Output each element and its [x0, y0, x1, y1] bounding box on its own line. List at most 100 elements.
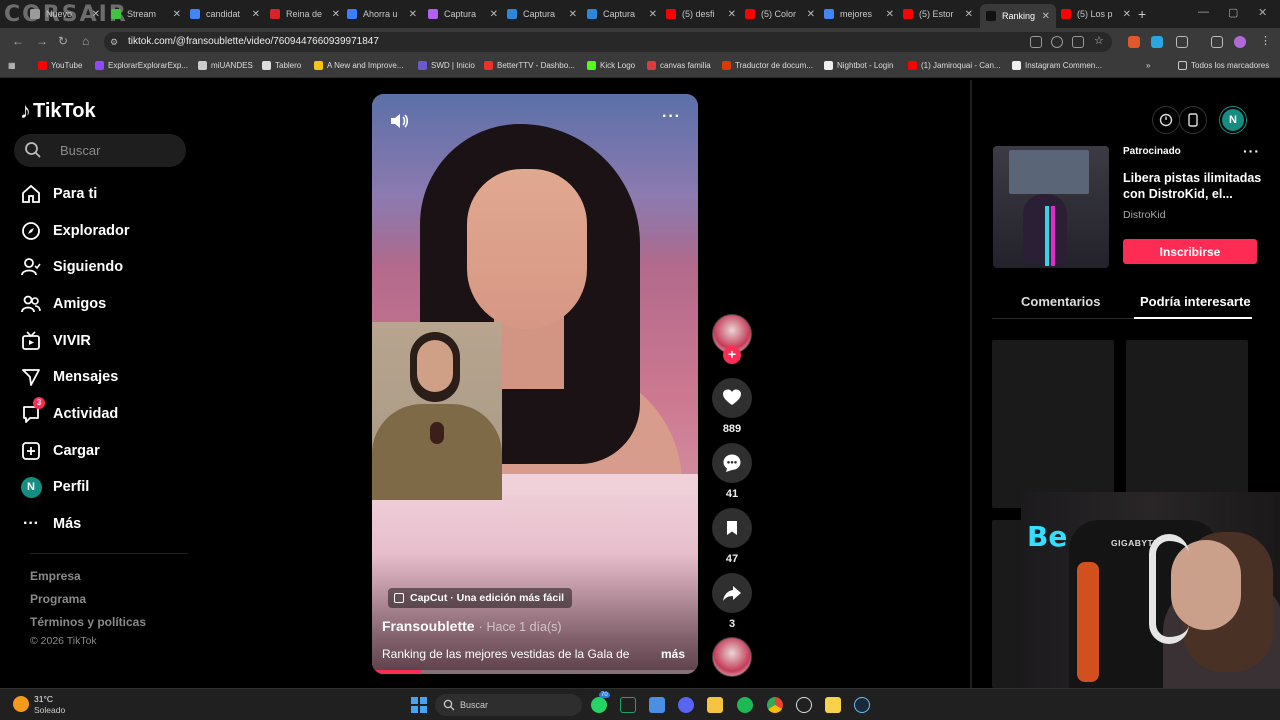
bookmark-item[interactable]: BetterTTV - Dashbo... [484, 61, 575, 70]
bookmark-item[interactable]: Traductor de docum... [722, 61, 813, 70]
like-button[interactable] [712, 378, 752, 418]
tab-close-icon[interactable]: ✕ [1042, 11, 1050, 22]
footer-program-link[interactable]: Programa [30, 592, 86, 606]
footer-terms-link[interactable]: Términos y políticas [30, 615, 146, 629]
taskbar-search[interactable]: Buscar [435, 694, 582, 716]
browser-tab[interactable]: (5) Color ✕ [745, 4, 815, 24]
coin-icon[interactable] [1152, 106, 1180, 134]
tab-close-icon[interactable]: ✕ [1123, 9, 1131, 20]
bookmark-item[interactable]: ExplorarExplorarExp... [95, 61, 188, 70]
new-tab-button[interactable]: + [1138, 6, 1146, 22]
video-progress-bar[interactable] [372, 670, 698, 674]
back-icon[interactable]: ← [12, 34, 24, 48]
tab-close-icon[interactable]: ✕ [92, 9, 100, 20]
bookmarks-overflow-icon[interactable]: » [1146, 61, 1150, 70]
sidebar-item-mas[interactable]: ··· Más [20, 511, 81, 537]
spotify-icon[interactable] [737, 697, 753, 713]
video-author[interactable]: Fransoublette [382, 618, 475, 634]
browser-tab[interactable]: (5) desfi ✕ [666, 4, 736, 24]
browser-tab[interactable]: (5) Estor ✕ [903, 4, 973, 24]
chrome-icon[interactable] [767, 697, 783, 713]
tab-close-icon[interactable]: ✕ [569, 9, 577, 20]
follow-plus-icon[interactable]: + [723, 346, 741, 364]
url-field[interactable]: tiktok.com/@fransoublette/video/76094476… [104, 32, 1112, 52]
all-bookmarks-folder[interactable]: Todos los marcadores [1178, 61, 1269, 70]
tab-close-icon[interactable]: ✕ [252, 9, 260, 20]
bookmark-item[interactable]: Instagram Commen... [1012, 61, 1102, 70]
browser-profile-avatar[interactable] [1234, 36, 1246, 48]
sidebar-item-cargar[interactable]: Cargar [20, 438, 100, 464]
maximize-icon[interactable]: ▢ [1228, 6, 1238, 19]
tab-close-icon[interactable]: ✕ [332, 9, 340, 20]
bookmark-item[interactable]: A New and Improve... [314, 61, 403, 70]
save-button[interactable] [712, 508, 752, 548]
windows-start-icon[interactable] [411, 697, 427, 713]
site-info-icon[interactable]: ⚙ [110, 37, 118, 48]
browser-tab[interactable]: Reina de ✕ [270, 4, 340, 24]
zoom-icon[interactable] [1051, 36, 1063, 48]
reload-icon[interactable]: ↻ [58, 34, 68, 48]
tab-close-icon[interactable]: ✕ [807, 9, 815, 20]
translate-icon[interactable] [1030, 36, 1042, 48]
apps-grid-icon[interactable]: ▦ [8, 61, 16, 70]
share-button[interactable] [712, 573, 752, 613]
steam-icon[interactable] [854, 697, 870, 713]
search-input[interactable] [60, 134, 180, 167]
recommended-video-card[interactable] [992, 340, 1114, 508]
excel-icon[interactable] [620, 697, 636, 713]
bookmark-item[interactable]: miUANDES [198, 61, 253, 70]
file-explorer-icon[interactable] [707, 697, 723, 713]
comment-button[interactable] [712, 443, 752, 483]
video-more-icon[interactable]: ··· [662, 108, 681, 126]
ad-title[interactable]: Libera pistas ilimitadas con DistroKid, … [1123, 170, 1263, 202]
forward-icon[interactable]: → [36, 34, 48, 48]
bookmark-item[interactable]: YouTube [38, 61, 82, 70]
browser-tab[interactable]: Captura ✕ [428, 4, 498, 24]
tab-close-icon[interactable]: ✕ [965, 9, 973, 20]
tiktok-logo[interactable]: ♪ TikTok [20, 98, 96, 124]
browser-tab[interactable]: Ahorra u ✕ [347, 4, 417, 24]
browser-tab[interactable]: mejores ✕ [824, 4, 894, 24]
tab-close-icon[interactable]: ✕ [409, 9, 417, 20]
user-avatar[interactable]: N [1219, 106, 1247, 134]
recommended-video-card[interactable] [1126, 340, 1248, 508]
video-player[interactable]: ··· CapCut · Una edición más fácil Frans… [372, 94, 698, 674]
browser-tab[interactable]: Ranking ✕ [980, 4, 1056, 28]
media-icon[interactable] [1211, 36, 1223, 48]
tab-close-icon[interactable]: ✕ [490, 9, 498, 20]
ad-signup-button[interactable]: Inscribirse [1123, 239, 1257, 264]
browser-tab[interactable]: Captura ✕ [587, 4, 657, 24]
music-disc-avatar[interactable] [712, 637, 752, 677]
bookmark-item[interactable]: Kick Logo [587, 61, 635, 70]
obs-icon[interactable] [796, 697, 812, 713]
ad-more-icon[interactable]: ··· [1243, 143, 1260, 159]
browser-menu-icon[interactable]: ⋮ [1260, 34, 1272, 47]
description-more-link[interactable]: más [661, 647, 685, 661]
tab-comments[interactable]: Comentarios [1021, 294, 1100, 309]
extension-icon[interactable] [1151, 36, 1163, 48]
discord-icon[interactable] [678, 697, 694, 713]
tab-close-icon[interactable]: ✕ [173, 9, 181, 20]
bookmark-star-icon[interactable]: ☆ [1094, 34, 1106, 47]
volume-icon[interactable] [388, 110, 410, 132]
extensions-puzzle-icon[interactable] [1176, 36, 1188, 48]
bookmark-item[interactable]: Tablero [262, 61, 301, 70]
weather-sun-icon[interactable] [13, 696, 29, 712]
sidebar-item-mensajes[interactable]: Mensajes [20, 364, 118, 390]
bookmark-item[interactable]: (1) Jamiroquai - Can... [908, 61, 1001, 70]
extension-icon[interactable] [1128, 36, 1140, 48]
browser-tab[interactable]: Stream ✕ [111, 4, 181, 24]
tab-might-like[interactable]: Podría interesarte [1140, 294, 1251, 309]
tab-close-icon[interactable]: ✕ [649, 9, 657, 20]
ad-brand[interactable]: DistroKid [1123, 209, 1166, 221]
footer-company-link[interactable]: Empresa [30, 569, 81, 583]
phone-icon[interactable] [1179, 106, 1207, 134]
whatsapp-icon[interactable] [591, 697, 607, 713]
tab-close-icon[interactable]: ✕ [728, 9, 736, 20]
home-browser-icon[interactable]: ⌂ [82, 34, 89, 48]
install-icon[interactable] [1072, 36, 1084, 48]
sidebar-item-perfil[interactable]: N Perfil [20, 474, 89, 500]
sidebar-item-siguiendo[interactable]: Siguiendo [20, 254, 123, 280]
sidebar-item-para-ti[interactable]: Para ti [20, 181, 97, 207]
bookmark-item[interactable]: Nightbot - Login [824, 61, 893, 70]
